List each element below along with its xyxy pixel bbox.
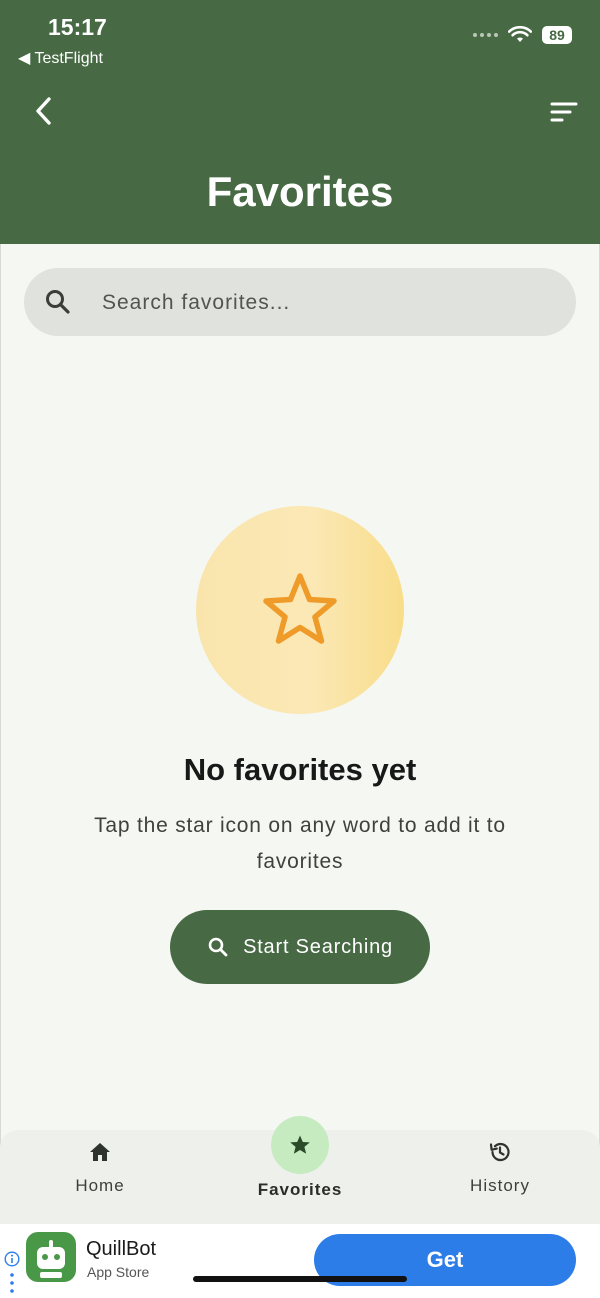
search-icon [208, 937, 228, 957]
search-input[interactable] [100, 268, 544, 338]
nav-item-favorites[interactable]: Favorites [200, 1116, 400, 1224]
nav-item-home[interactable]: Home [0, 1130, 200, 1224]
sort-lines-icon[interactable] [548, 98, 580, 126]
search-icon [46, 290, 70, 314]
empty-state-description: Tap the star icon on any word to add it … [94, 814, 506, 873]
home-icon [90, 1143, 110, 1161]
start-searching-label: Start Searching [243, 935, 393, 958]
home-indicator[interactable] [193, 1276, 407, 1282]
history-icon [489, 1142, 510, 1162]
ad-app-name: QuillBot [86, 1238, 157, 1260]
back-to-testflight-link[interactable]: ◀ TestFlight [18, 48, 103, 68]
more-options-icon[interactable] [10, 1272, 14, 1294]
quillbot-logo [26, 1232, 76, 1282]
status-time: 15:17 [48, 14, 107, 40]
bottom-navigation: Home Favorites History [0, 1116, 600, 1224]
info-icon[interactable] [4, 1251, 20, 1267]
page-title: Favorites [206, 168, 394, 215]
status-indicators: 89 [473, 26, 572, 44]
nav-label-home: Home [75, 1176, 125, 1195]
cellular-signal-icon [473, 33, 498, 37]
star-outline-icon [263, 573, 337, 644]
ad-store-label: App Store [87, 1264, 150, 1280]
empty-state-illustration [196, 506, 404, 714]
nav-label-favorites: Favorites [257, 1180, 343, 1199]
nav-label-history: History [470, 1176, 530, 1195]
empty-state-title: No favorites yet [183, 752, 417, 787]
start-searching-button[interactable]: Start Searching [170, 910, 430, 984]
wifi-icon [508, 26, 532, 42]
app-header: 15:17 ◀ TestFlight 89 Favorites [0, 0, 600, 244]
chevron-left-icon[interactable] [30, 96, 60, 126]
ad-banner[interactable]: QuillBot App Store Get [0, 1224, 600, 1298]
nav-item-history[interactable]: History [400, 1130, 600, 1224]
search-bar[interactable] [24, 268, 576, 338]
battery-indicator: 89 [542, 26, 572, 44]
star-icon [290, 1135, 310, 1154]
